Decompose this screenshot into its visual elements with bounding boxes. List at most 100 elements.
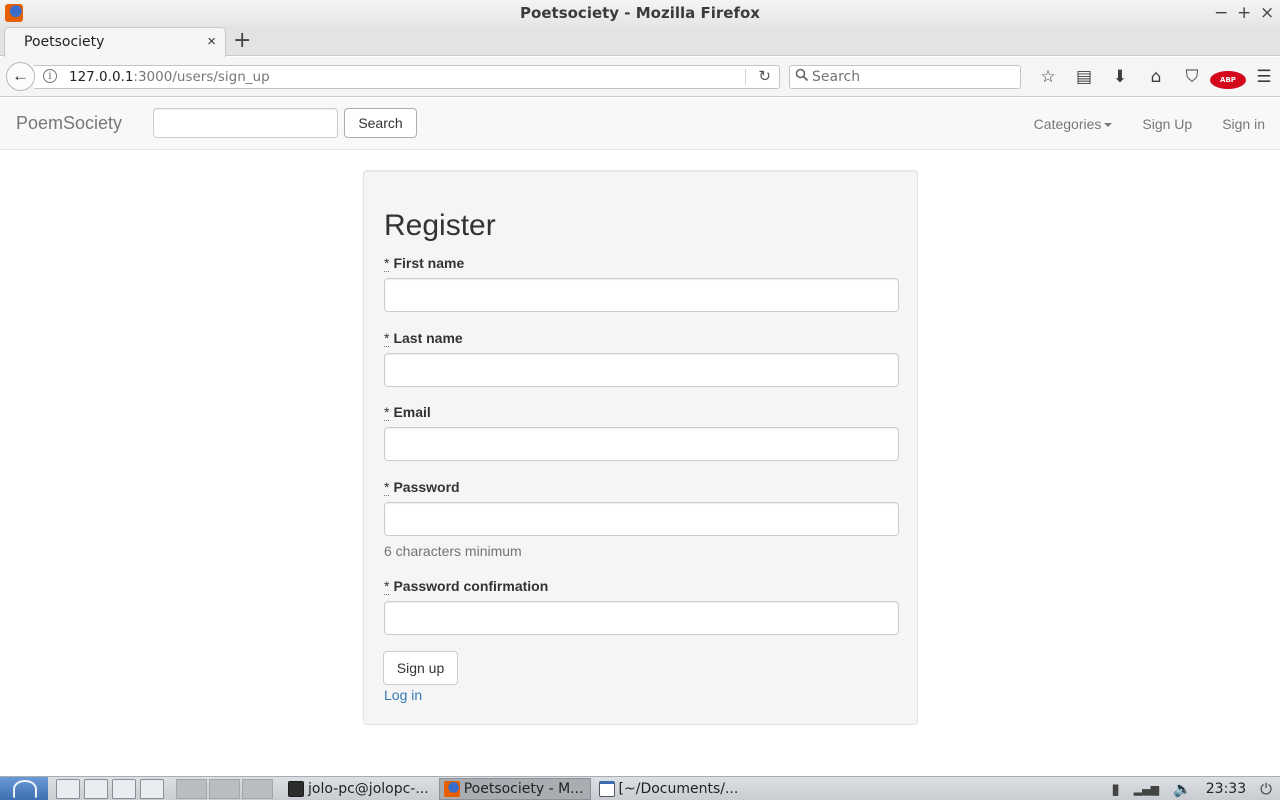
password-hint: 6 characters minimum (384, 543, 522, 559)
nav-links: Categories Sign Up Sign in (1019, 98, 1280, 150)
sign-up-link[interactable]: Sign Up (1127, 98, 1207, 150)
first-name-group: * First name (384, 255, 899, 312)
last-name-label: * Last name (384, 330, 899, 347)
search-icon (795, 68, 809, 82)
log-in-link[interactable]: Log in (384, 687, 422, 703)
last-name-label-text: Last name (393, 330, 463, 346)
email-field[interactable] (384, 427, 899, 461)
workspace-2[interactable] (209, 779, 240, 799)
email-group: * Email (384, 404, 899, 461)
site-brand[interactable]: PoemSociety (16, 113, 122, 134)
terminal-icon (288, 781, 304, 797)
password-confirmation-field[interactable] (384, 601, 899, 635)
download-icon[interactable]: ⬇ (1102, 65, 1138, 89)
hamburger-menu-icon[interactable]: ☰ (1246, 65, 1280, 89)
caret-down-icon (1104, 123, 1113, 128)
new-tab-button[interactable]: + (233, 28, 251, 53)
register-panel: Register * First name * Last name * Email *… (363, 170, 918, 725)
home-icon[interactable]: ⌂ (1138, 65, 1174, 89)
categories-dropdown[interactable]: Categories (1019, 98, 1128, 150)
battery-icon[interactable]: ▮ (1111, 780, 1119, 798)
first-name-field[interactable] (384, 278, 899, 312)
start-menu-button[interactable] (0, 777, 48, 800)
tab-title: Poetsociety (24, 34, 105, 50)
url-bar[interactable]: i 127.0.0.1:3000/users/sign_up ↻ (34, 65, 780, 89)
password-confirmation-label-text: Password confirmation (393, 578, 549, 594)
task-terminal[interactable]: jolo-pc@jolopc-... (284, 778, 435, 800)
password-group: * Password (384, 479, 899, 536)
password-confirmation-label: * Password confirmation (384, 578, 899, 595)
system-tray: ▮ ▂▄▆ 🔈 23:33 ⏻ (1111, 777, 1280, 800)
reload-icon[interactable]: ↻ (758, 67, 771, 85)
bookmark-star-icon[interactable]: ☆ (1030, 65, 1066, 89)
workspace-1[interactable] (176, 779, 207, 799)
firefox-icon (443, 781, 460, 797)
minimize-button[interactable]: − (1214, 0, 1228, 26)
clock[interactable]: 23:33 (1206, 781, 1246, 797)
back-button[interactable]: ← (6, 62, 35, 91)
password-label-text: Password (393, 479, 460, 495)
network-signal-icon[interactable]: ▂▄▆ (1134, 783, 1159, 796)
browser-toolbar: i 127.0.0.1:3000/users/sign_up ↻ ← Searc… (0, 57, 1280, 97)
first-name-label: * First name (384, 255, 899, 272)
desktop-taskbar: jolo-pc@jolopc-... Poetsociety - M... [~… (0, 776, 1280, 800)
url-host: 127.0.0.1 (69, 69, 134, 85)
required-mark: * (384, 330, 390, 347)
email-label: * Email (384, 404, 899, 421)
sign-in-link[interactable]: Sign in (1207, 98, 1280, 150)
task-label: [~/Documents/... (618, 781, 739, 797)
close-window-button[interactable]: × (1260, 0, 1274, 26)
quick-launchers (56, 779, 164, 799)
task-label: Poetsociety - M... (463, 781, 584, 797)
power-icon[interactable]: ⏻ (1260, 780, 1272, 798)
required-mark: * (384, 578, 390, 595)
site-search-button[interactable]: Search (344, 108, 417, 138)
required-mark: * (384, 404, 390, 421)
toolbar-icons: ☆ ▤ ⬇ ⌂ ⛉ ABP ☰ (1030, 65, 1280, 89)
email-label-text: Email (393, 404, 431, 420)
tab-strip: Poetsociety × + (0, 26, 1280, 57)
password-field[interactable] (384, 502, 899, 536)
url-path: :3000/users/sign_up (133, 69, 270, 85)
url-separator (745, 69, 746, 85)
task-firefox[interactable]: Poetsociety - M... (438, 778, 591, 800)
password-label: * Password (384, 479, 899, 496)
adblock-badge: ABP (1210, 71, 1246, 89)
file-manager-icon[interactable] (56, 779, 80, 799)
site-info-icon[interactable]: i (43, 69, 57, 83)
categories-label: Categories (1033, 116, 1102, 132)
browser-search-input[interactable]: Search (789, 65, 1021, 89)
workspace-3[interactable] (242, 779, 273, 799)
last-name-field[interactable] (384, 353, 899, 387)
required-mark: * (384, 255, 390, 272)
network-tool-icon[interactable] (84, 779, 108, 799)
window-controls: − + × (1214, 0, 1274, 26)
task-list: jolo-pc@jolopc-... Poetsociety - M... [~… (284, 778, 744, 800)
first-name-label-text: First name (393, 255, 465, 271)
firefox-launcher-icon[interactable] (140, 779, 164, 799)
tab-close-icon[interactable]: × (207, 33, 216, 50)
maximize-button[interactable]: + (1237, 0, 1251, 26)
workspace-switcher (176, 779, 273, 799)
adblock-icon[interactable]: ABP (1210, 65, 1246, 89)
window-titlebar: Poetsociety - Mozilla Firefox − + × (0, 0, 1280, 26)
required-mark: * (384, 479, 390, 496)
pocket-icon[interactable]: ⛉ (1174, 65, 1210, 89)
reading-list-icon[interactable]: ▤ (1066, 65, 1102, 89)
search-placeholder: Search (812, 69, 861, 85)
firefox-logo-icon (5, 4, 23, 22)
window-title: Poetsociety - Mozilla Firefox (520, 4, 760, 22)
password-confirmation-group: * Password confirmation (384, 578, 899, 635)
terminal-launcher-icon[interactable] (112, 779, 136, 799)
site-navbar: PoemSociety Search Categories Sign Up Si… (0, 98, 1280, 150)
window-icon (598, 781, 615, 797)
last-name-group: * Last name (384, 330, 899, 387)
page-title: Register (384, 209, 496, 242)
volume-icon[interactable]: 🔈 (1173, 780, 1192, 798)
site-search-input[interactable] (153, 108, 338, 138)
task-label: jolo-pc@jolopc-... (308, 781, 429, 797)
url-text[interactable]: 127.0.0.1:3000/users/sign_up (69, 69, 270, 85)
sign-up-button[interactable]: Sign up (383, 651, 458, 685)
task-file-manager[interactable]: [~/Documents/... (595, 778, 745, 800)
browser-tab[interactable]: Poetsociety × (4, 27, 226, 57)
